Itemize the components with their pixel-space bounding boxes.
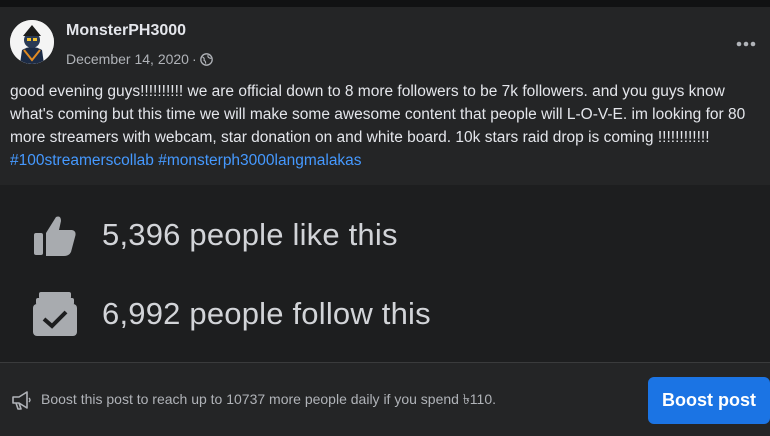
author-name[interactable]: MonsterPH3000 [66,22,186,40]
boost-post-button[interactable]: Boost post [648,377,770,424]
top-bar [0,0,770,7]
likes-count: 5,396 people like this [102,217,398,252]
hashtag-link[interactable]: #monsterph3000langmalakas [158,152,361,169]
page-stats: 5,396 people like this 6,992 people foll… [0,185,770,362]
post-body: good evening guys!!!!!!!!!! we are offic… [10,83,746,146]
post-meta: December 14, 2020 · [66,51,213,67]
divider [0,362,770,363]
more-options-icon[interactable] [732,30,760,58]
hashtag-link[interactable]: #100streamerscollab [10,152,154,169]
follows-stat: 6,992 people follow this [32,291,431,337]
follows-count: 6,992 people follow this [102,296,431,331]
author-avatar[interactable] [10,20,54,64]
likes-stat: 5,396 people like this [32,212,398,258]
boost-info-text: Boost this post to reach up to 10737 mor… [41,391,497,407]
meta-separator: · [191,51,197,67]
follow-checkbox-icon [32,291,78,337]
thumbs-up-icon [32,212,78,258]
post-date[interactable]: December 14, 2020 [66,51,189,67]
post-text: good evening guys!!!!!!!!!! we are offic… [10,80,762,172]
megaphone-icon [10,389,32,411]
boost-info: Boost this post to reach up to 10737 mor… [10,388,496,412]
globe-icon[interactable] [199,52,213,66]
